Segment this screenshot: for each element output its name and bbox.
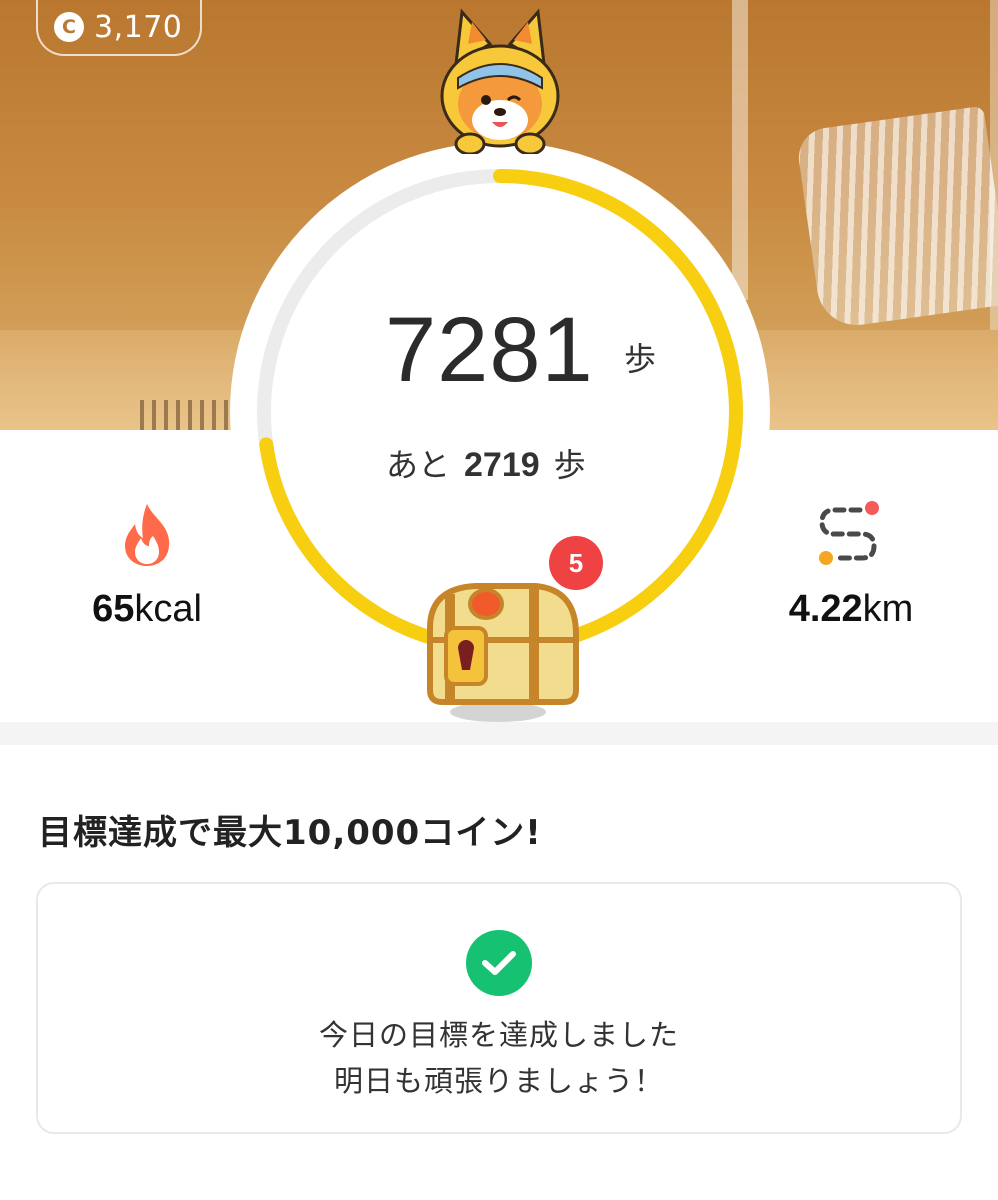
shuttlecock-image [795,105,998,331]
calories-value: 65 [92,588,135,630]
reward-headline: 目標達成で最大10,000コイン! [38,813,542,853]
remaining-unit: 歩 [553,446,586,484]
goal-status-message: 今日の目標を達成しました 明日も頑張りましょう！ [0,1012,998,1104]
distance-unit: km [862,588,914,630]
calories-unit: kcal [134,588,202,630]
coin-balance-value: 3,170 [94,9,183,45]
coin-icon: C [54,12,84,42]
distance-value: 4.22 [788,588,863,630]
flame-icon [125,504,170,566]
fox-mascot-icon[interactable] [438,4,562,156]
calories-stat: 65kcal [82,500,212,631]
route-icon [819,501,879,565]
chest-count-badge: 5 [549,536,603,590]
step-count: 7281 [385,299,594,401]
goal-status-line1: 今日の目標を達成しました [318,1018,679,1052]
check-circle-icon [466,930,532,996]
goal-status-line2: 明日も頑張りましょう！ [333,1064,664,1098]
remaining-prefix: あと [386,446,451,484]
remaining-value: 2719 [464,446,540,484]
distance-stat: 4.22km [776,500,926,631]
treasure-chest-icon[interactable] [416,578,586,724]
remaining-steps: あと 2719 歩 [386,440,586,486]
step-unit: 歩 [624,340,657,378]
coin-balance[interactable]: C 3,170 [36,0,202,56]
